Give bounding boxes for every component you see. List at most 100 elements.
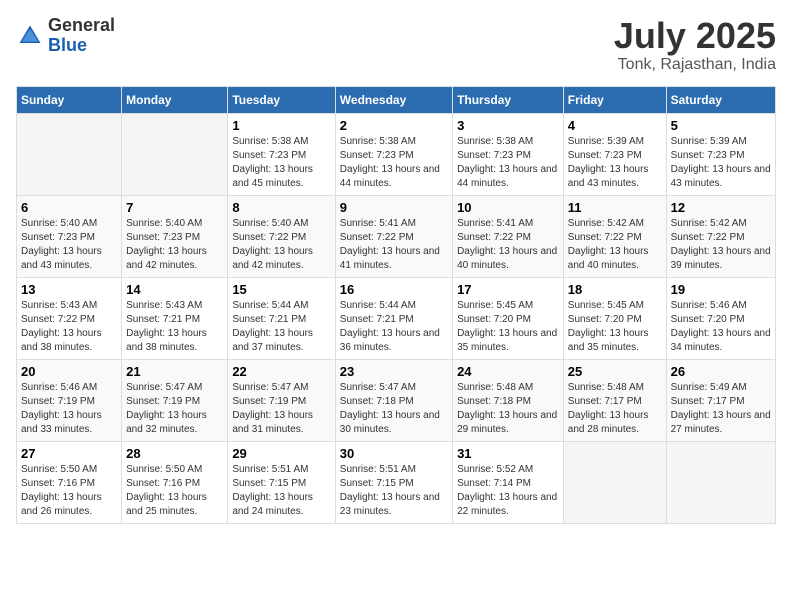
day-info: Sunrise: 5:46 AMSunset: 7:19 PMDaylight:… [21, 381, 117, 437]
day-info: Sunrise: 5:45 AMSunset: 7:20 PMDaylight:… [457, 299, 559, 355]
day-info: Sunrise: 5:47 AMSunset: 7:18 PMDaylight:… [340, 381, 448, 437]
calendar-week-row: 27 Sunrise: 5:50 AMSunset: 7:16 PMDayligh… [17, 441, 776, 523]
day-number: 10 [457, 200, 559, 215]
day-number: 22 [232, 364, 330, 379]
day-info: Sunrise: 5:39 AMSunset: 7:23 PMDaylight:… [671, 135, 771, 191]
day-number: 18 [568, 282, 662, 297]
header-day: Wednesday [335, 86, 452, 113]
day-number: 1 [232, 118, 330, 133]
calendar-cell: 7 Sunrise: 5:40 AMSunset: 7:23 PMDaylight… [122, 195, 228, 277]
day-info: Sunrise: 5:52 AMSunset: 7:14 PMDaylight:… [457, 463, 559, 519]
calendar-cell: 27Sunrise: 5:50 AMSunset: 7:16 PMDayligh… [17, 441, 122, 523]
day-info: Sunrise: 5:45 AMSunset: 7:20 PMDaylight:… [568, 299, 662, 355]
calendar-body: 1 Sunrise: 5:38 AMSunset: 7:23 PMDaylight… [17, 113, 776, 523]
calendar-cell: 26 Sunrise: 5:49 AMSunset: 7:17 PMDayligh… [666, 359, 775, 441]
main-title: July 2025 [614, 16, 776, 56]
day-number: 16 [340, 282, 448, 297]
calendar-cell [122, 113, 228, 195]
day-info: Sunrise: 5:46 AMSunset: 7:20 PMDaylight:… [671, 299, 771, 355]
day-info: Sunrise: 5:40 AMSunset: 7:23 PMDaylight:… [21, 217, 117, 273]
sub-title: Tonk, Rajasthan, India [614, 56, 776, 74]
day-number: 9 [340, 200, 448, 215]
calendar-cell: 20 Sunrise: 5:46 AMSunset: 7:19 PMDayligh… [17, 359, 122, 441]
calendar-cell: 24 Sunrise: 5:48 AMSunset: 7:18 PMDayligh… [453, 359, 564, 441]
calendar-cell: 3 Sunrise: 5:38 AMSunset: 7:23 PMDaylight… [453, 113, 564, 195]
calendar-cell: 22 Sunrise: 5:47 AMSunset: 7:19 PMDayligh… [228, 359, 335, 441]
day-number: 12 [671, 200, 771, 215]
day-number: 19 [671, 282, 771, 297]
logo-icon [16, 22, 44, 50]
header-row: SundayMondayTuesdayWednesdayThursdayFrid… [17, 86, 776, 113]
day-number: 21 [126, 364, 223, 379]
day-info: Sunrise: 5:41 AMSunset: 7:22 PMDaylight:… [340, 217, 448, 273]
day-info: Sunrise: 5:50 AMSunset: 7:16 PMDaylight:… [126, 463, 223, 519]
calendar-week-row: 1 Sunrise: 5:38 AMSunset: 7:23 PMDaylight… [17, 113, 776, 195]
calendar-cell: 25Sunrise: 5:48 AMSunset: 7:17 PMDayligh… [563, 359, 666, 441]
calendar-cell: 1Sunrise: 5:38 AMSunset: 7:23 PMDaylight… [228, 113, 335, 195]
day-number: 13 [21, 282, 117, 297]
day-number: 2 [340, 118, 448, 133]
day-number: 7 [126, 200, 223, 215]
day-info: Sunrise: 5:40 AMSunset: 7:22 PMDaylight:… [232, 217, 330, 273]
day-info: Sunrise: 5:48 AMSunset: 7:18 PMDaylight:… [457, 381, 559, 437]
calendar-cell: 19 Sunrise: 5:46 AMSunset: 7:20 PMDayligh… [666, 277, 775, 359]
calendar-cell: 17Sunrise: 5:45 AMSunset: 7:20 PMDayligh… [453, 277, 564, 359]
day-info: Sunrise: 5:43 AMSunset: 7:22 PMDaylight:… [21, 299, 117, 355]
calendar-cell: 10 Sunrise: 5:41 AMSunset: 7:22 PMDayligh… [453, 195, 564, 277]
calendar-cell: 9 Sunrise: 5:41 AMSunset: 7:22 PMDaylight… [335, 195, 452, 277]
calendar-cell: 8 Sunrise: 5:40 AMSunset: 7:22 PMDaylight… [228, 195, 335, 277]
calendar-cell: 23 Sunrise: 5:47 AMSunset: 7:18 PMDayligh… [335, 359, 452, 441]
calendar-cell: 31 Sunrise: 5:52 AMSunset: 7:14 PMDayligh… [453, 441, 564, 523]
calendar-cell: 12 Sunrise: 5:42 AMSunset: 7:22 PMDayligh… [666, 195, 775, 277]
day-number: 8 [232, 200, 330, 215]
calendar-cell: 14 Sunrise: 5:43 AMSunset: 7:21 PMDayligh… [122, 277, 228, 359]
day-info: Sunrise: 5:44 AMSunset: 7:21 PMDaylight:… [232, 299, 330, 355]
calendar-cell [17, 113, 122, 195]
day-number: 28 [126, 446, 223, 461]
day-number: 27 [21, 446, 117, 461]
day-number: 15 [232, 282, 330, 297]
day-info: Sunrise: 5:41 AMSunset: 7:22 PMDaylight:… [457, 217, 559, 273]
calendar-cell: 5 Sunrise: 5:39 AMSunset: 7:23 PMDaylight… [666, 113, 775, 195]
calendar-cell: 21Sunrise: 5:47 AMSunset: 7:19 PMDayligh… [122, 359, 228, 441]
calendar-cell: 13 Sunrise: 5:43 AMSunset: 7:22 PMDayligh… [17, 277, 122, 359]
day-number: 4 [568, 118, 662, 133]
day-info: Sunrise: 5:38 AMSunset: 7:23 PMDaylight:… [457, 135, 559, 191]
header-day: Tuesday [228, 86, 335, 113]
calendar-cell: 29Sunrise: 5:51 AMSunset: 7:15 PMDayligh… [228, 441, 335, 523]
day-number: 14 [126, 282, 223, 297]
calendar-cell: 6Sunrise: 5:40 AMSunset: 7:23 PMDaylight… [17, 195, 122, 277]
calendar-table: SundayMondayTuesdayWednesdayThursdayFrid… [16, 86, 776, 524]
day-info: Sunrise: 5:44 AMSunset: 7:21 PMDaylight:… [340, 299, 448, 355]
calendar-cell: 11Sunrise: 5:42 AMSunset: 7:22 PMDayligh… [563, 195, 666, 277]
day-info: Sunrise: 5:42 AMSunset: 7:22 PMDaylight:… [671, 217, 771, 273]
logo-text: General Blue [48, 16, 115, 56]
day-number: 11 [568, 200, 662, 215]
day-number: 24 [457, 364, 559, 379]
calendar-header: SundayMondayTuesdayWednesdayThursdayFrid… [17, 86, 776, 113]
day-number: 23 [340, 364, 448, 379]
calendar-cell: 4Sunrise: 5:39 AMSunset: 7:23 PMDaylight… [563, 113, 666, 195]
title-block: July 2025 Tonk, Rajasthan, India [614, 16, 776, 74]
day-number: 31 [457, 446, 559, 461]
header-day: Friday [563, 86, 666, 113]
day-info: Sunrise: 5:47 AMSunset: 7:19 PMDaylight:… [232, 381, 330, 437]
calendar-cell: 2Sunrise: 5:38 AMSunset: 7:23 PMDaylight… [335, 113, 452, 195]
day-number: 30 [340, 446, 448, 461]
day-number: 20 [21, 364, 117, 379]
day-info: Sunrise: 5:49 AMSunset: 7:17 PMDaylight:… [671, 381, 771, 437]
day-info: Sunrise: 5:40 AMSunset: 7:23 PMDaylight:… [126, 217, 223, 273]
logo-blue-text: Blue [48, 36, 115, 56]
day-number: 26 [671, 364, 771, 379]
calendar-cell: 18 Sunrise: 5:45 AMSunset: 7:20 PMDayligh… [563, 277, 666, 359]
day-info: Sunrise: 5:51 AMSunset: 7:15 PMDaylight:… [232, 463, 330, 519]
calendar-cell: 30 Sunrise: 5:51 AMSunset: 7:15 PMDayligh… [335, 441, 452, 523]
header-day: Monday [122, 86, 228, 113]
calendar-week-row: 20 Sunrise: 5:46 AMSunset: 7:19 PMDayligh… [17, 359, 776, 441]
header-day: Saturday [666, 86, 775, 113]
calendar-week-row: 13 Sunrise: 5:43 AMSunset: 7:22 PMDayligh… [17, 277, 776, 359]
day-number: 3 [457, 118, 559, 133]
day-info: Sunrise: 5:51 AMSunset: 7:15 PMDaylight:… [340, 463, 448, 519]
day-info: Sunrise: 5:43 AMSunset: 7:21 PMDaylight:… [126, 299, 223, 355]
day-number: 5 [671, 118, 771, 133]
